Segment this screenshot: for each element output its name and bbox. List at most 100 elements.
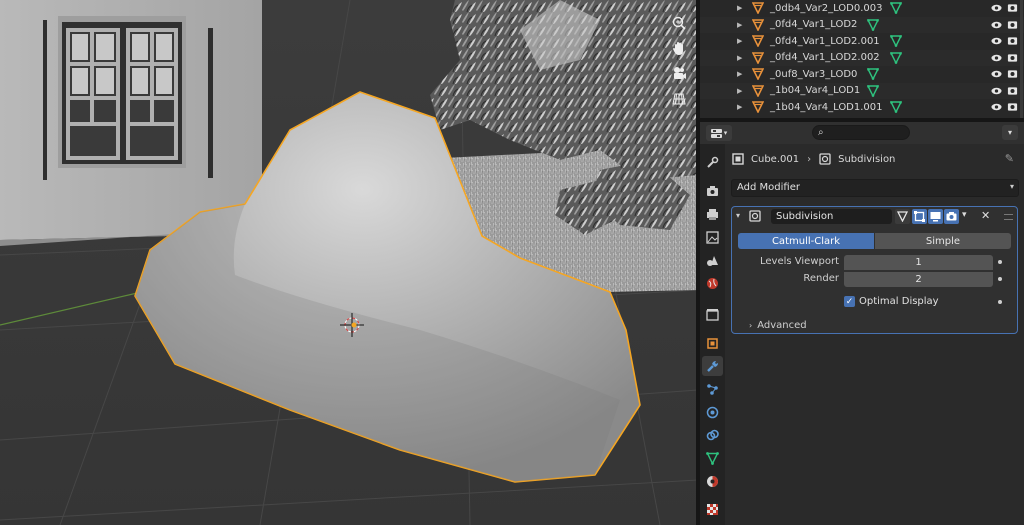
outliner-item-name[interactable]: _0uf8_Var3_LOD0 <box>770 69 857 80</box>
outliner-row[interactable]: ▶ _1b04_Var4_LOD1 <box>700 82 1024 99</box>
tab-tool[interactable] <box>702 152 723 172</box>
eye-icon[interactable] <box>991 101 1002 113</box>
optimal-display-checkbox[interactable]: ✓ <box>844 296 855 307</box>
mesh-data-icon[interactable] <box>890 51 902 64</box>
mesh-object-icon <box>752 2 764 14</box>
eye-icon[interactable] <box>991 35 1002 47</box>
outliner-row[interactable]: ▶ _0fd4_Var1_LOD2 <box>700 16 1024 33</box>
tab-particles[interactable] <box>702 379 723 399</box>
catmull-clark-option[interactable]: Catmull-Clark <box>738 233 874 249</box>
expand-icon[interactable]: ▶ <box>737 37 742 45</box>
outliner-item-name[interactable]: _1b04_Var4_LOD1 <box>770 85 860 96</box>
outliner-row[interactable]: ▶ _0fd4_Var1_LOD2.002 <box>700 49 1024 66</box>
expand-icon[interactable]: ▶ <box>737 70 742 78</box>
chevron-down-icon[interactable]: ▾ <box>1002 125 1018 140</box>
eye-icon[interactable] <box>991 68 1002 80</box>
tab-collection[interactable] <box>702 304 723 324</box>
expand-icon[interactable]: ▶ <box>737 54 742 62</box>
outliner-item-name[interactable]: _0fd4_Var1_LOD2.001 <box>770 36 880 47</box>
tab-world[interactable] <box>702 273 723 293</box>
drag-handle-icon[interactable] <box>1004 214 1013 220</box>
properties-editor[interactable]: ▾ ⌕ ▾ Cube.001 › Subdivision ✎ Add Modif… <box>700 122 1024 525</box>
mesh-data-icon[interactable] <box>890 101 902 113</box>
render-camera-icon[interactable] <box>1007 52 1018 64</box>
camera-icon[interactable] <box>666 62 692 84</box>
tab-modifiers[interactable] <box>702 356 723 376</box>
mesh-data-icon[interactable] <box>890 35 902 47</box>
mesh-data-icon[interactable] <box>890 2 902 14</box>
zoom-icon[interactable] <box>666 12 692 34</box>
render-camera-icon[interactable] <box>1007 101 1018 113</box>
outliner-row[interactable]: ▶ _0uf8_Var3_LOD0 <box>700 66 1024 83</box>
outliner-row[interactable]: ▶ _0db4_Var2_LOD0.003 <box>700 0 1024 17</box>
edit-cage-toggle[interactable] <box>895 209 910 224</box>
expand-icon[interactable]: ▶ <box>737 21 742 29</box>
add-modifier-dropdown[interactable]: Add Modifier ▾ <box>731 179 1019 197</box>
grid-icon[interactable] <box>666 88 692 110</box>
simple-option[interactable]: Simple <box>875 233 1011 249</box>
eye-icon[interactable] <box>991 52 1002 64</box>
outliner-item-name[interactable]: _0fd4_Var1_LOD2.002 <box>770 52 880 63</box>
render-levels-field[interactable]: 2 <box>844 272 993 287</box>
modifier-icon <box>707 360 718 372</box>
outliner[interactable]: ▶ _0db4_Var2_LOD0.003 ▶ _0fd4_Var1_LOD2 … <box>700 0 1024 118</box>
properties-editor-icon <box>710 128 722 138</box>
render-camera-icon[interactable] <box>1007 68 1018 80</box>
realtime-toggle[interactable] <box>928 209 943 224</box>
keyframe-dot-icon[interactable] <box>998 260 1002 264</box>
levels-viewport-field[interactable]: 1 <box>844 255 993 270</box>
tab-render[interactable] <box>702 181 723 201</box>
tab-object[interactable] <box>702 333 723 353</box>
chevron-down-icon[interactable]: ▾ <box>736 211 740 220</box>
mesh-data-icon[interactable] <box>867 68 879 80</box>
outliner-scrollbar[interactable] <box>1020 0 1023 118</box>
modifier-name-input[interactable]: Subdivision <box>771 209 892 224</box>
advanced-subpanel-header[interactable]: › Advanced <box>749 320 807 331</box>
object-icon <box>707 337 718 349</box>
tab-view-layer[interactable] <box>702 227 723 247</box>
tab-output[interactable] <box>702 204 723 224</box>
outliner-row[interactable]: ▶ _0fd4_Var1_LOD2.001 <box>700 33 1024 50</box>
mesh-object-icon <box>752 101 764 113</box>
outliner-row[interactable]: ▶ _1b04_Var4_LOD1.001 <box>700 99 1024 116</box>
eye-icon[interactable] <box>991 19 1002 31</box>
tab-material[interactable] <box>702 471 723 491</box>
eye-icon[interactable] <box>991 2 1002 14</box>
outliner-item-name[interactable]: _1b04_Var4_LOD1.001 <box>770 102 883 113</box>
render-toggle[interactable] <box>944 209 959 224</box>
expand-icon[interactable]: ▶ <box>737 103 742 111</box>
render-camera-icon[interactable] <box>1007 2 1018 14</box>
render-levels-row: Render 2 <box>738 272 1011 287</box>
hand-icon[interactable] <box>666 37 692 59</box>
mesh-data-icon[interactable] <box>867 18 879 31</box>
tab-texture[interactable] <box>702 499 723 519</box>
close-icon[interactable]: ✕ <box>981 209 990 222</box>
edit-mode-toggle[interactable] <box>912 209 927 224</box>
optimal-display-row[interactable]: ✓ Optimal Display <box>844 295 939 308</box>
outliner-item-name[interactable]: _0db4_Var2_LOD0.003 <box>770 3 883 14</box>
mesh-data-icon[interactable] <box>867 84 879 97</box>
chevron-down-icon[interactable]: ▾ <box>962 210 967 220</box>
expand-icon[interactable]: ▶ <box>737 4 742 12</box>
edit-mode-icon <box>914 211 925 222</box>
tab-data[interactable] <box>702 448 723 468</box>
render-camera-icon[interactable] <box>1007 35 1018 47</box>
3d-viewport[interactable] <box>0 0 698 525</box>
editor-type-button[interactable]: ▾ <box>706 125 732 141</box>
subdivision-type-selector: Catmull-Clark Simple <box>738 233 1011 249</box>
advanced-label: Advanced <box>757 320 807 331</box>
keyframe-dot-icon[interactable] <box>998 277 1002 281</box>
eye-icon[interactable] <box>991 85 1002 97</box>
view-layer-icon <box>706 230 719 244</box>
pin-icon[interactable]: ✎ <box>1005 152 1014 165</box>
render-camera-icon[interactable] <box>1007 85 1018 97</box>
keyframe-dot-icon[interactable] <box>998 300 1002 304</box>
tab-physics[interactable] <box>702 402 723 422</box>
render-camera-icon[interactable] <box>1007 19 1018 31</box>
viewport-scene[interactable] <box>0 0 698 525</box>
tab-constraints[interactable] <box>702 425 723 445</box>
expand-icon[interactable]: ▶ <box>737 87 742 95</box>
outliner-item-name[interactable]: _0fd4_Var1_LOD2 <box>770 19 857 30</box>
tab-scene[interactable] <box>702 250 723 270</box>
properties-search-input[interactable]: ⌕ <box>812 125 910 140</box>
